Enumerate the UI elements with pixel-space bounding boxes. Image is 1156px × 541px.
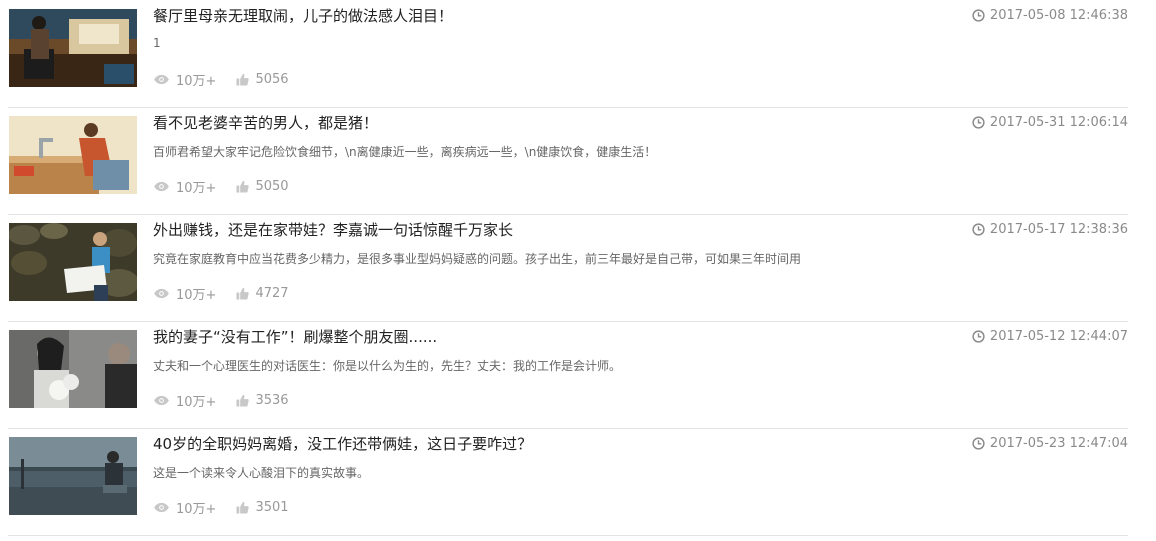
article-stats: 10万+ 5050 bbox=[153, 177, 309, 196]
likes-stat[interactable]: 3501 bbox=[236, 500, 289, 515]
likes-count: 5056 bbox=[255, 72, 289, 87]
likes-stat[interactable]: 3536 bbox=[236, 393, 289, 408]
views-stat: 10万+ bbox=[153, 498, 216, 517]
eye-icon bbox=[154, 74, 169, 85]
article-summary: 究竟在家庭教育中应当花费多少精力，是很多事业型妈妈疑惑的问题。孩子出生，前三年最… bbox=[153, 252, 802, 266]
views-count: 10万+ bbox=[176, 288, 217, 303]
article-thumbnail[interactable] bbox=[9, 223, 137, 301]
list-item[interactable]: 40岁的全职妈妈离婚，没工作还带俩娃，这日子要咋过？ 这是一个读来令人心酸泪下的… bbox=[8, 428, 1128, 536]
list-item[interactable]: 看不见老婆辛苦的男人，都是猪！ 百师君希望大家牢记危险饮食细节，\n离健康近一些… bbox=[8, 107, 1128, 215]
thumbs-up-icon bbox=[236, 394, 250, 407]
likes-stat[interactable]: 5056 bbox=[236, 72, 289, 87]
child-reading-photo-icon bbox=[9, 223, 137, 301]
article-summary: 丈夫和一个心理医生的对话医生：你是以什么为生的，先生？丈夫：我的工作是会计师。 bbox=[153, 359, 622, 373]
article-list: 餐厅里母亲无理取闹，儿子的做法感人泪目！ 1 2017-05-08 12:46:… bbox=[0, 0, 1156, 541]
article-title[interactable]: 我的妻子“没有工作”！刷爆整个朋友圈...... bbox=[153, 326, 437, 347]
eye-icon bbox=[154, 181, 169, 192]
likes-count: 3536 bbox=[255, 393, 289, 408]
views-stat: 10万+ bbox=[153, 391, 216, 410]
views-count: 10万+ bbox=[176, 502, 217, 517]
likes-count: 4727 bbox=[255, 286, 289, 301]
clock-icon bbox=[972, 330, 985, 343]
list-item[interactable]: 我的妻子“没有工作”！刷爆整个朋友圈...... 丈夫和一个心理医生的对话医生：… bbox=[8, 321, 1128, 429]
views-count: 10万+ bbox=[176, 74, 217, 89]
article-summary: 1 bbox=[153, 36, 161, 50]
views-stat: 10万+ bbox=[153, 177, 216, 196]
article-stats: 10万+ 3536 bbox=[153, 391, 309, 410]
article-time-text: 2017-05-23 12:47:04 bbox=[989, 436, 1128, 451]
eye-icon bbox=[154, 395, 169, 406]
article-time: 2017-05-08 12:46:38 bbox=[972, 8, 1128, 23]
clock-icon bbox=[972, 116, 985, 129]
likes-count: 5050 bbox=[255, 179, 289, 194]
article-time: 2017-05-31 12:06:14 bbox=[972, 115, 1128, 130]
views-stat: 10万+ bbox=[153, 70, 216, 89]
article-summary: 这是一个读来令人心酸泪下的真实故事。 bbox=[153, 466, 370, 480]
article-stats: 10万+ 3501 bbox=[153, 498, 309, 517]
list-item[interactable]: 外出赚钱，还是在家带娃？李嘉诚一句话惊醒千万家长 究竟在家庭教育中应当花费多少精… bbox=[8, 214, 1128, 322]
article-title[interactable]: 餐厅里母亲无理取闹，儿子的做法感人泪目！ bbox=[153, 5, 453, 26]
views-count: 10万+ bbox=[176, 181, 217, 196]
article-time: 2017-05-17 12:38:36 bbox=[972, 222, 1128, 237]
article-summary: 百师君希望大家牢记危险饮食细节，\n离健康近一些，离疾病远一些，\n健康饮食，健… bbox=[153, 145, 657, 159]
article-thumbnail[interactable] bbox=[9, 116, 137, 194]
likes-stat[interactable]: 5050 bbox=[236, 179, 289, 194]
article-title[interactable]: 40岁的全职妈妈离婚，没工作还带俩娃，这日子要咋过？ bbox=[153, 433, 532, 454]
couple-flowers-photo-icon bbox=[9, 330, 137, 408]
article-title[interactable]: 外出赚钱，还是在家带娃？李嘉诚一句话惊醒千万家长 bbox=[153, 219, 513, 240]
eye-icon bbox=[154, 502, 169, 513]
clock-icon bbox=[972, 9, 985, 22]
likes-count: 3501 bbox=[255, 500, 289, 515]
clock-icon bbox=[972, 223, 985, 236]
eye-icon bbox=[154, 288, 169, 299]
thumbs-up-icon bbox=[236, 180, 250, 193]
article-time: 2017-05-12 12:44:07 bbox=[972, 329, 1128, 344]
woman-sitting-alone-photo-icon bbox=[9, 437, 137, 515]
article-time-text: 2017-05-08 12:46:38 bbox=[989, 8, 1128, 23]
article-stats: 10万+ 5056 bbox=[153, 70, 309, 89]
article-time-text: 2017-05-12 12:44:07 bbox=[989, 329, 1128, 344]
article-time-text: 2017-05-17 12:38:36 bbox=[989, 222, 1128, 237]
thumbs-up-icon bbox=[236, 73, 250, 86]
views-stat: 10万+ bbox=[153, 284, 216, 303]
article-thumbnail[interactable] bbox=[9, 330, 137, 408]
woman-kitchen-illustration-icon bbox=[9, 116, 137, 194]
thumbs-up-icon bbox=[236, 287, 250, 300]
restaurant-mother-photo-icon bbox=[9, 9, 137, 87]
list-item[interactable]: 餐厅里母亲无理取闹，儿子的做法感人泪目！ 1 2017-05-08 12:46:… bbox=[8, 0, 1128, 108]
views-count: 10万+ bbox=[176, 395, 217, 410]
thumbs-up-icon bbox=[236, 501, 250, 514]
article-time: 2017-05-23 12:47:04 bbox=[972, 436, 1128, 451]
likes-stat[interactable]: 4727 bbox=[236, 286, 289, 301]
clock-icon bbox=[972, 437, 985, 450]
article-title[interactable]: 看不见老婆辛苦的男人，都是猪！ bbox=[153, 112, 378, 133]
article-thumbnail[interactable] bbox=[9, 437, 137, 515]
article-thumbnail[interactable] bbox=[9, 9, 137, 87]
article-stats: 10万+ 4727 bbox=[153, 284, 309, 303]
article-time-text: 2017-05-31 12:06:14 bbox=[989, 115, 1128, 130]
